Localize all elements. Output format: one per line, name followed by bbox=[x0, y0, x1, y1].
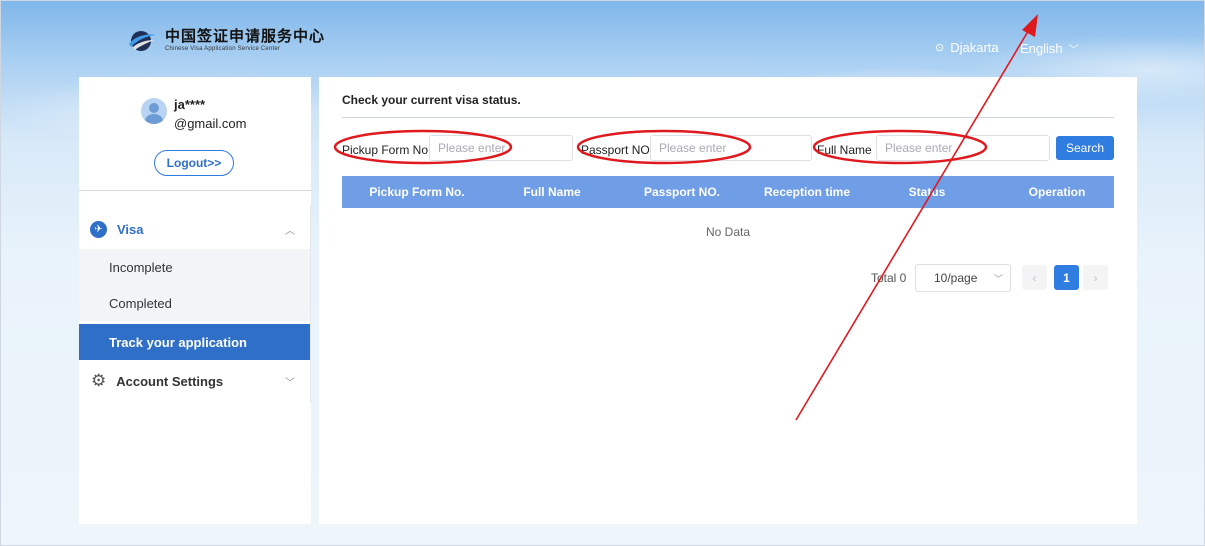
logout-button[interactable]: Logout>> bbox=[154, 150, 234, 176]
chevron-down-icon: ﹀ bbox=[1068, 45, 1079, 56]
logo-chinese-text: 中国签证申请服务中心 bbox=[165, 27, 326, 45]
sidebar-item-track-application[interactable]: Track your application bbox=[79, 324, 311, 360]
column-header-pickup-form: Pickup Form No. bbox=[369, 185, 465, 199]
sidebar-menu-account-label: Account Settings bbox=[116, 373, 224, 389]
sidebar-item-label: Incomplete bbox=[109, 259, 173, 275]
passport-label: Passport NO. bbox=[581, 143, 654, 157]
language-selector[interactable]: English ﹀ bbox=[1020, 41, 1079, 56]
sidebar-item-incomplete[interactable]: Incomplete bbox=[79, 249, 311, 285]
title-divider bbox=[342, 117, 1114, 118]
sidebar-menu-visa[interactable]: ✈ Visa ︿ bbox=[79, 211, 311, 247]
pickup-form-label: Pickup Form No. bbox=[342, 143, 432, 157]
column-header-status: Status bbox=[908, 185, 946, 199]
site-logo[interactable]: 中国签证申请服务中心 Chinese Visa Application Serv… bbox=[127, 27, 325, 53]
logo-swoosh-icon bbox=[127, 27, 157, 53]
pickup-form-input[interactable] bbox=[429, 135, 573, 161]
sidebar-divider bbox=[310, 205, 311, 403]
chevron-up-icon: ︿ bbox=[285, 225, 295, 237]
sidebar-menu-visa-label: Visa bbox=[117, 221, 144, 237]
language-label: English bbox=[1020, 41, 1063, 56]
search-button[interactable]: Search bbox=[1056, 136, 1114, 160]
city-selector[interactable]: ⊙ Djakarta bbox=[935, 40, 999, 55]
chevron-down-icon: ﹀ bbox=[285, 377, 295, 389]
column-header-operation: Operation bbox=[1028, 185, 1086, 199]
logo-english-text: Chinese Visa Application Service Center bbox=[165, 46, 281, 52]
chevron-left-icon: ‹ bbox=[1032, 270, 1037, 285]
column-header-reception-time: Reception time bbox=[763, 185, 850, 199]
column-header-passport: Passport NO. bbox=[643, 185, 721, 199]
chevron-right-icon: › bbox=[1093, 270, 1098, 285]
city-label: Djakarta bbox=[950, 40, 999, 55]
sidebar-item-label: Completed bbox=[109, 295, 172, 311]
page-title: Check your current visa status. bbox=[342, 93, 521, 107]
sidebar-item-completed[interactable]: Completed bbox=[79, 285, 311, 321]
sidebar-menu-account-settings[interactable]: ⚙ Account Settings ﹀ bbox=[79, 363, 311, 399]
page-size-select[interactable]: 10/page ﹀ bbox=[915, 264, 1011, 292]
main-panel: Check your current visa status. Pickup F… bbox=[319, 77, 1137, 524]
location-pin-icon: ⊙ bbox=[935, 42, 945, 54]
table-header: Pickup Form No. Full Name Passport NO. R… bbox=[342, 176, 1114, 208]
empty-table-message: No Data bbox=[705, 225, 751, 239]
user-panel: ja**** @gmail.com Logout>> bbox=[79, 77, 311, 191]
full-name-label: Full Name bbox=[817, 143, 872, 157]
user-email: @gmail.com bbox=[174, 116, 247, 131]
full-name-input[interactable] bbox=[876, 135, 1050, 161]
pagination-next-button[interactable]: › bbox=[1083, 265, 1108, 290]
user-name: ja**** bbox=[174, 97, 206, 112]
pagination-page-current[interactable]: 1 bbox=[1054, 265, 1079, 290]
pagination-total: Total 0 bbox=[871, 271, 907, 285]
column-header-full-name: Full Name bbox=[523, 185, 581, 199]
pagination-prev-button[interactable]: ‹ bbox=[1022, 265, 1047, 290]
gear-icon: ⚙ bbox=[91, 371, 107, 390]
sidebar: ja**** @gmail.com Logout>> ✈ Visa ︿ Inco… bbox=[79, 77, 311, 524]
page-size-value: 10/page bbox=[934, 271, 978, 285]
passport-input[interactable] bbox=[650, 135, 812, 161]
sidebar-item-label: Track your application bbox=[109, 334, 247, 350]
avatar bbox=[141, 98, 167, 124]
globe-icon: ✈ bbox=[90, 220, 107, 238]
chevron-down-icon: ﹀ bbox=[994, 273, 1004, 284]
